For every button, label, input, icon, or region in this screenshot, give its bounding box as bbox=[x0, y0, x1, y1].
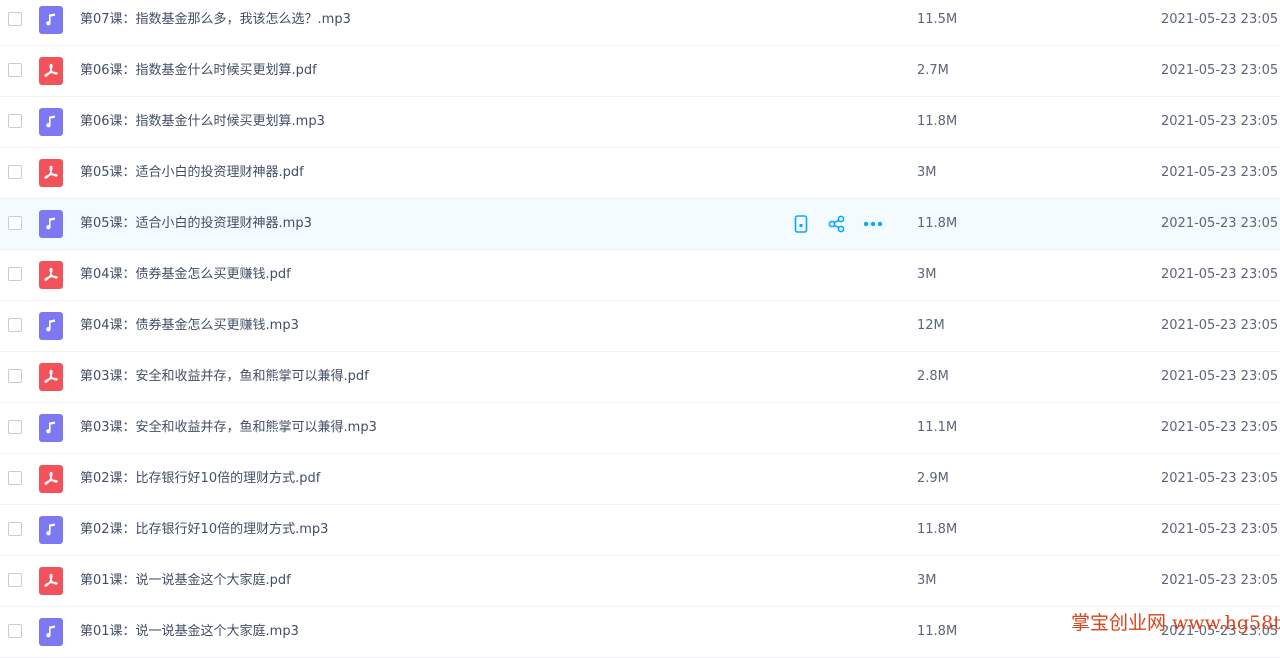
file-date: 2021-05-23 23:05 bbox=[1161, 216, 1279, 231]
row-checkbox[interactable] bbox=[8, 522, 22, 536]
file-name[interactable]: 第03课：安全和收益并存，鱼和熊掌可以兼得.mp3 bbox=[80, 403, 377, 453]
row-checkbox[interactable] bbox=[8, 471, 22, 485]
row-checkbox[interactable] bbox=[8, 420, 22, 434]
file-size: 2.9M bbox=[917, 471, 949, 486]
file-size: 3M bbox=[917, 267, 937, 282]
file-size: 2.8M bbox=[917, 369, 949, 384]
file-size: 11.8M bbox=[917, 216, 958, 231]
file-name[interactable]: 第05课：适合小白的投资理财神器.pdf bbox=[80, 148, 304, 198]
pdf-file-icon bbox=[39, 465, 63, 493]
file-row[interactable]: 第07课：指数基金那么多，我该怎么选？.mp3 11.5M 2021-05-23 2… bbox=[0, 0, 1280, 46]
row-checkbox[interactable] bbox=[8, 624, 22, 638]
audio-file-icon bbox=[39, 516, 63, 544]
file-name[interactable]: 第02课：比存银行好10倍的理财方式.mp3 bbox=[80, 505, 328, 555]
pdf-file-icon bbox=[39, 567, 63, 595]
file-name[interactable]: 第03课：安全和收益并存，鱼和熊掌可以兼得.pdf bbox=[80, 352, 369, 402]
file-date: 2021-05-23 23:05 bbox=[1161, 318, 1279, 333]
file-name[interactable]: 第01课：说一说基金这个大家庭.pdf bbox=[80, 556, 291, 606]
audio-file-icon bbox=[39, 312, 63, 340]
share-icon[interactable] bbox=[826, 214, 848, 234]
file-size: 11.8M bbox=[917, 114, 958, 129]
row-checkbox[interactable] bbox=[8, 12, 22, 26]
audio-file-icon bbox=[39, 108, 63, 136]
row-checkbox[interactable] bbox=[8, 573, 22, 587]
file-name[interactable]: 第05课：适合小白的投资理财神器.mp3 bbox=[80, 199, 312, 249]
file-date: 2021-05-23 23:05 bbox=[1161, 471, 1279, 486]
file-date: 2021-05-23 23:05 bbox=[1161, 573, 1279, 588]
file-row[interactable]: 第02课：比存银行好10倍的理财方式.pdf 2.9M 2021-05-23 23:… bbox=[0, 454, 1280, 505]
audio-file-icon bbox=[39, 6, 63, 34]
file-date: 2021-05-23 23:05 bbox=[1161, 63, 1279, 78]
row-checkbox[interactable] bbox=[8, 165, 22, 179]
file-size: 11.1M bbox=[917, 420, 958, 435]
audio-file-icon bbox=[39, 414, 63, 442]
file-row[interactable]: 第02课：比存银行好10倍的理财方式.mp3 11.8M 2021-05-23 23… bbox=[0, 505, 1280, 556]
more-icon[interactable] bbox=[862, 214, 884, 234]
audio-file-icon bbox=[39, 210, 63, 238]
phone-icon[interactable] bbox=[790, 214, 812, 234]
file-row[interactable]: 第04课：债券基金怎么买更赚钱.pdf 3M 2021-05-23 23:05 bbox=[0, 250, 1280, 301]
file-list: 第07课：指数基金那么多，我该怎么选？.mp3 11.5M 2021-05-23 2… bbox=[0, 0, 1280, 658]
file-name[interactable]: 第04课：债券基金怎么买更赚钱.mp3 bbox=[80, 301, 299, 351]
file-row[interactable]: 第05课：适合小白的投资理财神器.pdf 3M 2021-05-23 23:05 bbox=[0, 148, 1280, 199]
row-checkbox[interactable] bbox=[8, 216, 22, 230]
file-size: 11.8M bbox=[917, 624, 958, 639]
file-row[interactable]: 第03课：安全和收益并存，鱼和熊掌可以兼得.pdf 2.8M 2021-05-23 … bbox=[0, 352, 1280, 403]
file-name[interactable]: 第06课：指数基金什么时候买更划算.pdf bbox=[80, 46, 317, 96]
watermark: 掌宝创业网 www.hg58t.com bbox=[1071, 612, 1280, 634]
file-size: 12M bbox=[917, 318, 945, 333]
file-date: 2021-05-23 23:05 bbox=[1161, 267, 1279, 282]
file-size: 2.7M bbox=[917, 63, 949, 78]
file-date: 2021-05-23 23:05 bbox=[1161, 522, 1279, 537]
file-name[interactable]: 第04课：债券基金怎么买更赚钱.pdf bbox=[80, 250, 291, 300]
file-name[interactable]: 第06课：指数基金什么时候买更划算.mp3 bbox=[80, 97, 325, 147]
row-checkbox[interactable] bbox=[8, 267, 22, 281]
file-size: 3M bbox=[917, 165, 937, 180]
pdf-file-icon bbox=[39, 159, 63, 187]
file-date: 2021-05-23 23:05 bbox=[1161, 420, 1279, 435]
file-row[interactable]: 第06课：指数基金什么时候买更划算.pdf 2.7M 2021-05-23 23:0… bbox=[0, 46, 1280, 97]
file-name[interactable]: 第02课：比存银行好10倍的理财方式.pdf bbox=[80, 454, 320, 504]
row-checkbox[interactable] bbox=[8, 63, 22, 77]
file-date: 2021-05-23 23:05 bbox=[1161, 369, 1279, 384]
file-name[interactable]: 第07课：指数基金那么多，我该怎么选？.mp3 bbox=[80, 0, 351, 45]
row-checkbox[interactable] bbox=[8, 318, 22, 332]
file-row[interactable]: 第05课：适合小白的投资理财神器.mp3 11.8M 2021-05-23 23:0… bbox=[0, 198, 1280, 250]
audio-file-icon bbox=[39, 618, 63, 646]
file-row[interactable]: 第06课：指数基金什么时候买更划算.mp3 11.8M 2021-05-23 23:… bbox=[0, 97, 1280, 148]
row-checkbox[interactable] bbox=[8, 369, 22, 383]
file-size: 11.8M bbox=[917, 522, 958, 537]
file-size: 3M bbox=[917, 573, 937, 588]
pdf-file-icon bbox=[39, 261, 63, 289]
file-size: 11.5M bbox=[917, 12, 958, 27]
file-row[interactable]: 第04课：债券基金怎么买更赚钱.mp3 12M 2021-05-23 23:05 bbox=[0, 301, 1280, 352]
file-row[interactable]: 第03课：安全和收益并存，鱼和熊掌可以兼得.mp3 11.1M 2021-05-23… bbox=[0, 403, 1280, 454]
file-name[interactable]: 第01课：说一说基金这个大家庭.mp3 bbox=[80, 607, 299, 657]
pdf-file-icon bbox=[39, 363, 63, 391]
file-row[interactable]: 第01课：说一说基金这个大家庭.pdf 3M 2021-05-23 23:05 bbox=[0, 556, 1280, 607]
file-date: 2021-05-23 23:05 bbox=[1161, 12, 1279, 27]
row-checkbox[interactable] bbox=[8, 114, 22, 128]
file-date: 2021-05-23 23:05 bbox=[1161, 165, 1279, 180]
pdf-file-icon bbox=[39, 57, 63, 85]
row-actions bbox=[790, 214, 884, 234]
file-date: 2021-05-23 23:05 bbox=[1161, 114, 1279, 129]
